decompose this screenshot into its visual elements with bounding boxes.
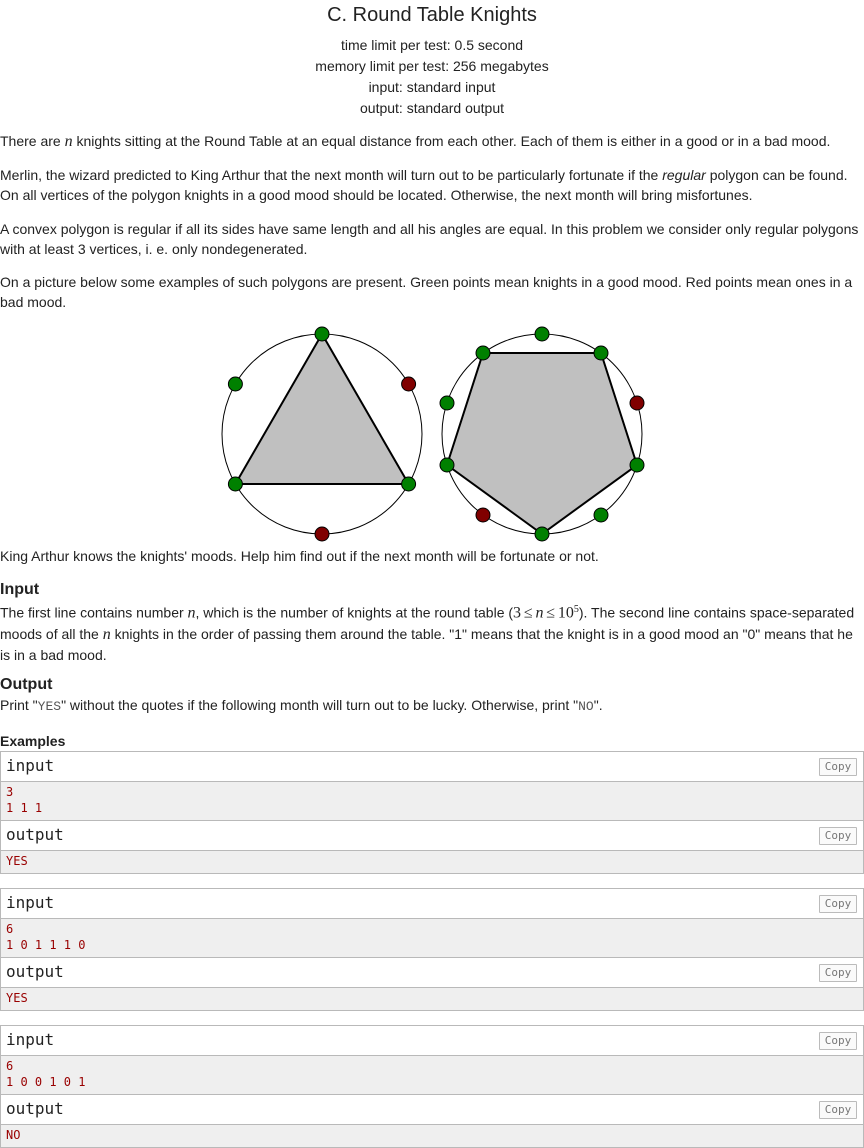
sample-test-3: input Copy 6 1 0 0 1 0 1 output Copy NO	[0, 1025, 864, 1148]
knight-good	[534, 326, 550, 342]
copy-input-button[interactable]: Copy	[819, 895, 857, 913]
sample-output[interactable]: YES	[1, 988, 863, 1010]
statement-paragraph-5: King Arthur knows the knights' moods. He…	[0, 548, 599, 564]
knight-good	[227, 376, 243, 392]
sample-input-header: input Copy	[1, 752, 863, 782]
examples-title: Examples	[0, 733, 66, 749]
regular-pentagon	[445, 352, 639, 536]
knight-good	[534, 526, 550, 542]
statement-paragraph-1: There are n knights sitting at the Round…	[0, 133, 831, 150]
knight-good	[593, 507, 609, 523]
problem-title: C. Round Table Knights	[327, 4, 537, 26]
pentagon-example	[439, 326, 645, 542]
knight-good	[593, 345, 609, 361]
sample-output[interactable]: NO	[1, 1125, 863, 1147]
sample-input[interactable]: 3 1 1 1	[1, 782, 863, 821]
variable-n: n	[64, 133, 73, 150]
input-file: input: standard input	[368, 79, 496, 95]
sample-test-2: input Copy 6 1 0 1 1 1 0 output Copy YES	[0, 888, 864, 1011]
input-section-title: Input	[0, 581, 40, 598]
sample-output-header: output Copy	[1, 821, 863, 851]
output-section-title: Output	[0, 676, 53, 693]
copy-output-button[interactable]: Copy	[819, 1101, 857, 1119]
polygon-examples-figure	[221, 326, 645, 542]
copy-input-button[interactable]: Copy	[819, 1032, 857, 1050]
knight-good	[401, 476, 417, 492]
time-limit: time limit per test: 0.5 second	[340, 37, 524, 53]
copy-output-button[interactable]: Copy	[819, 827, 857, 845]
knight-good	[314, 326, 330, 342]
sample-input-header: input Copy	[1, 889, 863, 919]
regular-triangle	[233, 331, 411, 485]
sample-input[interactable]: 6 1 0 1 1 1 0	[1, 919, 863, 958]
statement-paragraph-2: Merlin, the wizard predicted to King Art…	[0, 167, 848, 203]
knight-bad	[629, 395, 645, 411]
knight-good	[475, 345, 491, 361]
sample-input[interactable]: 6 1 0 0 1 0 1	[1, 1056, 863, 1095]
sample-output-header: output Copy	[1, 958, 863, 988]
copy-output-button[interactable]: Copy	[819, 964, 857, 982]
knight-bad	[314, 526, 330, 542]
input-section-text: The first line contains number n, which …	[0, 604, 855, 663]
knight-good	[439, 457, 455, 473]
emphasis-regular: regular	[662, 167, 706, 183]
knight-good	[227, 476, 243, 492]
statement-paragraph-3: A convex polygon is regular if all its s…	[0, 221, 859, 257]
output-file: output: standard output	[360, 100, 504, 116]
copy-input-button[interactable]: Copy	[819, 758, 857, 776]
statement-paragraph-4: On a picture below some examples of such…	[0, 274, 853, 310]
knight-good	[439, 395, 455, 411]
triangle-example	[221, 326, 423, 542]
output-section-text: Print "YES" without the quotes if the fo…	[0, 697, 603, 714]
sample-output-header: output Copy	[1, 1095, 863, 1125]
knight-bad	[475, 507, 491, 523]
sample-input-header: input Copy	[1, 1026, 863, 1056]
knight-bad	[401, 376, 417, 392]
memory-limit: memory limit per test: 256 megabytes	[315, 58, 549, 74]
sample-test-1: input Copy 3 1 1 1 output Copy YES	[0, 751, 864, 874]
sample-output[interactable]: YES	[1, 851, 863, 873]
knight-good	[629, 457, 645, 473]
